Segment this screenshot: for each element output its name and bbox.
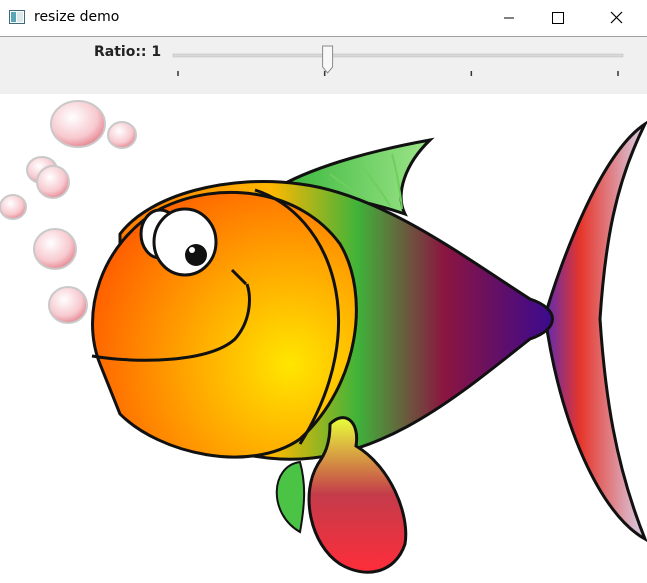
window-title: resize demo: [34, 9, 120, 25]
image-canvas: [0, 94, 647, 579]
trackbar-value: 1: [151, 44, 162, 60]
slider-ticks: [177, 71, 619, 76]
trackbar-panel: Ratio:: 1: [0, 37, 647, 94]
fish-lower-fin-back: [275, 460, 306, 534]
trackbar-label: Ratio:: 1: [94, 44, 161, 60]
close-icon: [610, 11, 623, 24]
app-window-icon: [9, 10, 25, 24]
slider-thumb[interactable]: [322, 45, 334, 74]
trackbar-label-text: Ratio::: [94, 44, 147, 60]
minimize-icon: [504, 17, 514, 19]
slider-track: [172, 53, 624, 58]
fish-image: [0, 100, 647, 574]
ratio-slider[interactable]: [170, 37, 630, 94]
fish-tail: [543, 120, 647, 542]
title-bar: resize demo: [0, 0, 647, 36]
close-button[interactable]: [593, 0, 639, 36]
minimize-button[interactable]: [486, 0, 532, 36]
maximize-icon: [552, 12, 564, 24]
maximize-button[interactable]: [534, 0, 580, 36]
fish-head: [91, 191, 358, 459]
